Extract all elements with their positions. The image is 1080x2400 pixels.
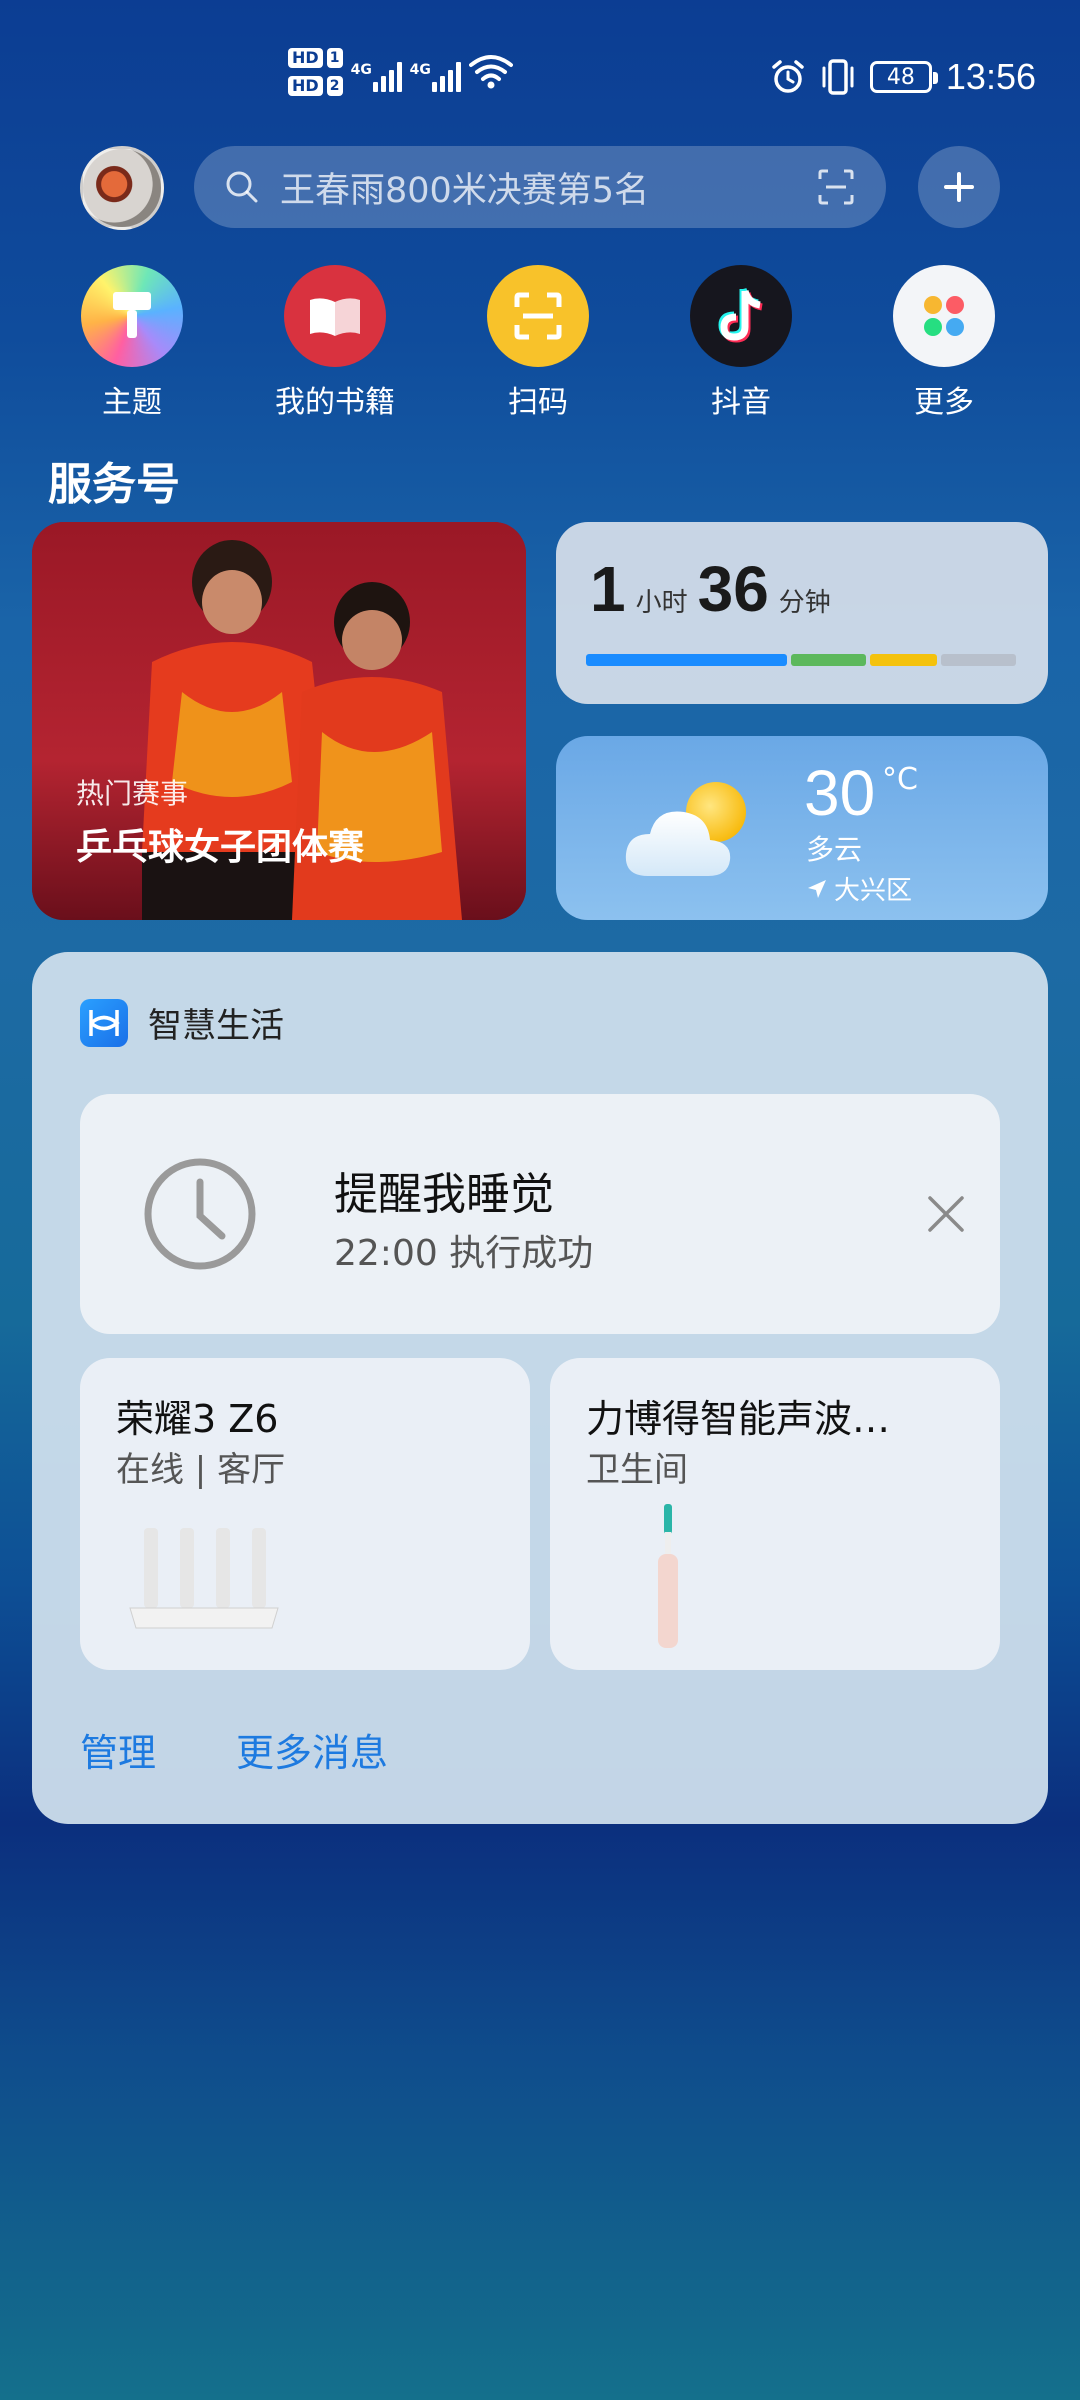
- network-type-2: 4G: [409, 62, 431, 78]
- usage-minutes-unit: 分钟: [778, 588, 831, 618]
- douyin-icon: [690, 265, 792, 367]
- scan-icon[interactable]: [816, 167, 856, 207]
- news-title: 乒乓球女子团体赛: [76, 827, 365, 868]
- reminder-subtitle: 22:00 执行成功: [334, 1233, 594, 1274]
- weather-location: 大兴区: [806, 870, 912, 907]
- app-theme[interactable]: 主题: [52, 265, 212, 421]
- screen-time-card[interactable]: 1 小时 36 分钟: [556, 522, 1048, 704]
- app-label-my-books: 我的书籍: [275, 385, 395, 420]
- device-status: 卫生间: [586, 1450, 688, 1490]
- usage-hours-unit: 小时: [635, 588, 688, 618]
- app-my-books[interactable]: 我的书籍: [255, 265, 415, 421]
- vibrate-icon: [822, 59, 854, 95]
- section-title: 服务号: [48, 459, 180, 510]
- search-bar[interactable]: 王春雨800米决赛第5名: [194, 146, 886, 228]
- device-card-router[interactable]: 荣耀3 Z6 在线 | 客厅: [80, 1358, 530, 1670]
- more-messages-link[interactable]: 更多消息: [236, 1722, 388, 1777]
- app-label-more: 更多: [914, 385, 974, 420]
- hd-badge-2: HD: [288, 76, 323, 96]
- router-image: [129, 1528, 279, 1629]
- plus-icon: [944, 172, 974, 202]
- avatar[interactable]: [80, 146, 164, 230]
- usage-segment: [790, 654, 866, 666]
- search-placeholder: 王春雨800米决赛第5名: [280, 170, 650, 211]
- book-icon: [284, 265, 386, 367]
- device-status: 在线 | 客厅: [116, 1450, 286, 1490]
- smart-life-panel: 智慧生活 提醒我睡觉 22:00 执行成功 荣耀3 Z6 在线 | 客厅 力博得…: [32, 952, 1048, 1824]
- clock-icon: [144, 1158, 256, 1270]
- weather-card[interactable]: 30 °C 多云 大兴区: [556, 736, 1048, 920]
- add-button[interactable]: [918, 146, 1000, 228]
- alarm-icon: [772, 60, 804, 93]
- app-douyin[interactable]: 抖音: [661, 265, 821, 421]
- reminder-title: 提醒我睡觉: [334, 1169, 554, 1220]
- smart-life-logo-icon: [80, 998, 128, 1047]
- toothbrush-image: [658, 1504, 678, 1648]
- signal-1-icon: 4G: [351, 52, 402, 92]
- usage-bar: [586, 654, 1016, 666]
- app-label-theme: 主题: [102, 385, 162, 420]
- battery-icon: 48: [869, 61, 938, 93]
- theme-brush-icon: [81, 265, 183, 367]
- clock: 13:56: [945, 56, 1036, 97]
- usage-hours: 1: [590, 553, 626, 625]
- smart-life-title: 智慧生活: [148, 1006, 284, 1046]
- device-name: 荣耀3 Z6: [116, 1397, 279, 1441]
- scan-code-icon: [487, 265, 589, 367]
- search-icon: [226, 171, 258, 203]
- app-label-douyin: 抖音: [711, 385, 771, 420]
- weather-temperature: 30: [804, 757, 876, 829]
- location-arrow-icon: [808, 879, 826, 898]
- usage-segment: [869, 654, 937, 666]
- app-shortcuts: 主题 我的书籍 扫码 抖音 更多: [0, 265, 1080, 425]
- manage-link[interactable]: 管理: [80, 1722, 156, 1777]
- weather-unit: °C: [882, 762, 918, 797]
- app-scan[interactable]: 扫码: [458, 265, 618, 421]
- usage-minutes: 36: [697, 553, 769, 625]
- more-apps-icon: [893, 265, 995, 367]
- news-tag: 热门赛事: [76, 777, 189, 810]
- usage-segment: [586, 654, 787, 666]
- status-bar: HD 1 HD 2 4G 4G 48 13:56: [0, 0, 1080, 150]
- reminder-card[interactable]: 提醒我睡觉 22:00 执行成功: [80, 1094, 1000, 1334]
- weather-location-label: 大兴区: [834, 876, 913, 906]
- usage-segment: [940, 654, 1016, 666]
- battery-level: 48: [886, 64, 915, 90]
- device-name: 力博得智能声波…: [586, 1397, 891, 1441]
- weather-condition: 多云: [806, 833, 863, 866]
- wifi-icon: [468, 55, 513, 89]
- device-card-toothbrush[interactable]: 力博得智能声波… 卫生间: [550, 1358, 1000, 1670]
- cloudy-weather-icon: [625, 782, 746, 876]
- hd-badge-1: HD: [288, 48, 323, 68]
- sim2-number: 2: [326, 76, 343, 96]
- app-label-scan: 扫码: [508, 385, 568, 420]
- network-type-1: 4G: [350, 62, 372, 78]
- sim1-number: 1: [326, 48, 343, 68]
- signal-2-icon: 4G: [410, 52, 461, 92]
- app-more[interactable]: 更多: [864, 265, 1024, 421]
- close-icon[interactable]: [926, 1194, 966, 1234]
